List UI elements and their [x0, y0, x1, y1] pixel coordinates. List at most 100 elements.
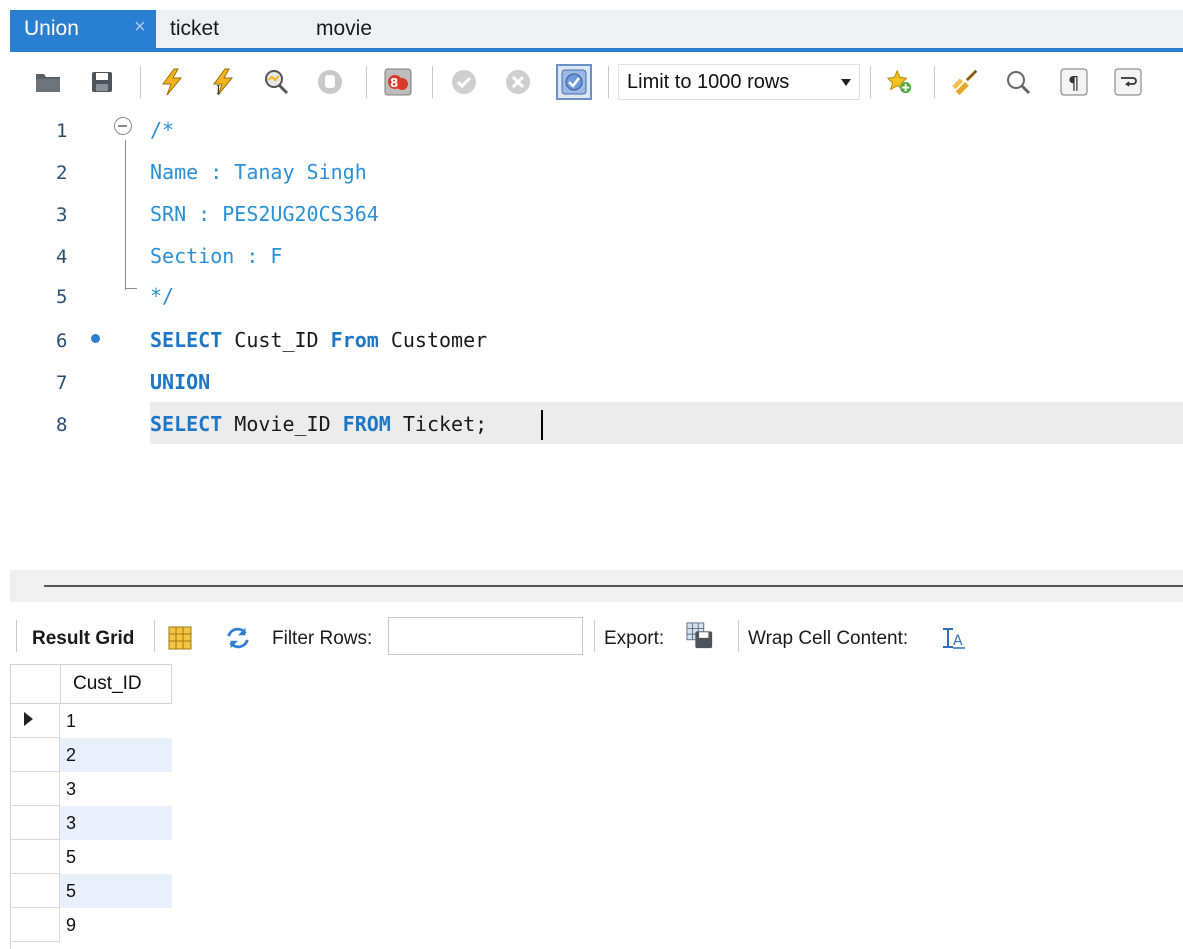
fold-toggle-icon[interactable]: [114, 117, 132, 135]
row-header[interactable]: [10, 738, 60, 772]
sql-comment: SRN : PES2UG20CS364: [150, 202, 379, 226]
toolbar-separator: [154, 620, 155, 652]
code-line[interactable]: SRN : PES2UG20CS364: [150, 202, 379, 226]
tab-underline: [10, 48, 1183, 52]
wrap-cell-icon[interactable]: A: [940, 624, 968, 652]
sql-comment: Name : Tanay Singh: [150, 160, 367, 184]
tab-ticket[interactable]: ticket: [170, 10, 219, 48]
row-header[interactable]: [10, 840, 60, 874]
commit-icon[interactable]: [450, 68, 478, 96]
line-number: 8: [56, 414, 68, 436]
limit-rows-select[interactable]: Limit to 1000 rows: [618, 64, 860, 100]
code-line[interactable]: SELECT Cust_ID From Customer: [150, 328, 487, 352]
toolbar-separator: [934, 66, 935, 98]
toolbar-separator: [738, 620, 739, 652]
line-number: 7: [56, 372, 68, 394]
toolbar-separator: [140, 66, 141, 98]
fold-guide: [125, 140, 126, 290]
svg-text:A: A: [953, 633, 963, 649]
line-number: 6: [56, 330, 68, 352]
refresh-icon[interactable]: [224, 624, 252, 652]
row-header[interactable]: [10, 806, 60, 840]
line-number: 4: [56, 246, 68, 268]
execute-current-icon[interactable]: I: [210, 68, 238, 96]
row-pointer-icon: [24, 712, 33, 726]
export-icon[interactable]: [686, 622, 714, 650]
code-line[interactable]: UNION: [150, 370, 210, 394]
chevron-down-icon: [841, 79, 851, 86]
text-caret: [541, 410, 543, 440]
code-line[interactable]: Section : F: [150, 244, 282, 268]
autocommit-icon[interactable]: [556, 64, 592, 100]
code-line[interactable]: */: [150, 284, 174, 308]
grid-corner: [10, 664, 60, 704]
export-label: Export:: [604, 628, 665, 649]
line-number: 5: [56, 286, 68, 308]
fold-guide-end: [125, 288, 137, 289]
sql-keyword: SELECT: [150, 328, 223, 352]
toolbar-separator: [608, 66, 609, 98]
save-icon[interactable]: [88, 68, 116, 96]
sql-comment: Section : F: [150, 244, 283, 268]
tab-union[interactable]: Union ×: [10, 10, 156, 48]
table-cell[interactable]: 2: [60, 738, 172, 772]
row-header[interactable]: [10, 704, 60, 738]
sql-keyword: SELECT: [150, 412, 223, 436]
tab-movie[interactable]: movie: [316, 10, 372, 48]
table-cell[interactable]: 9: [60, 908, 172, 942]
code-line[interactable]: /*: [150, 118, 174, 142]
close-icon[interactable]: ×: [134, 16, 146, 39]
word-wrap-icon[interactable]: [1114, 68, 1142, 96]
toolbar-separator: [594, 620, 595, 652]
filter-rows-label: Filter Rows:: [272, 628, 373, 649]
sql-identifier: Customer: [378, 328, 488, 352]
sql-identifier: Cust_ID: [222, 328, 331, 352]
beautify-icon[interactable]: [952, 68, 980, 96]
toolbar-separator: [16, 620, 17, 652]
sql-comment: */: [150, 284, 175, 308]
sql-keyword: FROM: [342, 412, 391, 436]
add-snippet-icon[interactable]: [886, 68, 914, 96]
row-header[interactable]: [10, 772, 60, 806]
table-cell[interactable]: 3: [60, 806, 172, 840]
execute-icon[interactable]: [158, 68, 186, 96]
splitter-line: [44, 585, 1183, 587]
table-cell[interactable]: 3: [60, 772, 172, 806]
table-cell[interactable]: 5: [60, 874, 172, 908]
svg-text:I: I: [216, 83, 221, 96]
result-grid-tab[interactable]: Result Grid: [32, 628, 134, 650]
table-cell[interactable]: 5: [60, 840, 172, 874]
toolbar-separator: [366, 66, 367, 98]
toolbar-separator: [870, 66, 871, 98]
code-line[interactable]: Name : Tanay Singh: [150, 160, 367, 184]
tab-label: movie: [316, 17, 373, 40]
row-header[interactable]: [10, 908, 60, 942]
statement-marker-icon: [91, 334, 100, 343]
line-number: 3: [56, 204, 68, 226]
tab-label: ticket: [170, 17, 220, 40]
column-header-cust-id[interactable]: Cust_ID: [60, 664, 172, 704]
sql-keyword: From: [330, 328, 379, 352]
table-cell[interactable]: 1: [60, 704, 172, 738]
toggle-error-icon[interactable]: 8: [384, 68, 412, 96]
code-line[interactable]: SELECT Movie_ID FROM Ticket;: [150, 412, 487, 436]
tab-label: Union: [24, 17, 79, 40]
svg-text:¶: ¶: [1068, 73, 1079, 94]
line-number: 1: [56, 120, 68, 142]
find-icon[interactable]: [1004, 68, 1032, 96]
toolbar-separator: [432, 66, 433, 98]
explain-icon[interactable]: [262, 68, 290, 96]
filter-rows-input[interactable]: [388, 617, 583, 655]
invisible-chars-icon[interactable]: ¶: [1060, 68, 1088, 96]
open-folder-icon[interactable]: [34, 68, 62, 96]
row-header[interactable]: [10, 874, 60, 908]
sql-keyword: UNION: [150, 370, 211, 394]
sql-identifier: Ticket;: [390, 412, 488, 436]
rollback-icon[interactable]: [504, 68, 532, 96]
form-editor-icon[interactable]: [166, 624, 194, 652]
wrap-cell-label: Wrap Cell Content:: [748, 628, 909, 649]
sql-comment: /*: [150, 118, 175, 142]
stop-icon[interactable]: [316, 68, 344, 96]
limit-rows-value: Limit to 1000 rows: [627, 71, 790, 93]
svg-text:8: 8: [390, 76, 398, 90]
